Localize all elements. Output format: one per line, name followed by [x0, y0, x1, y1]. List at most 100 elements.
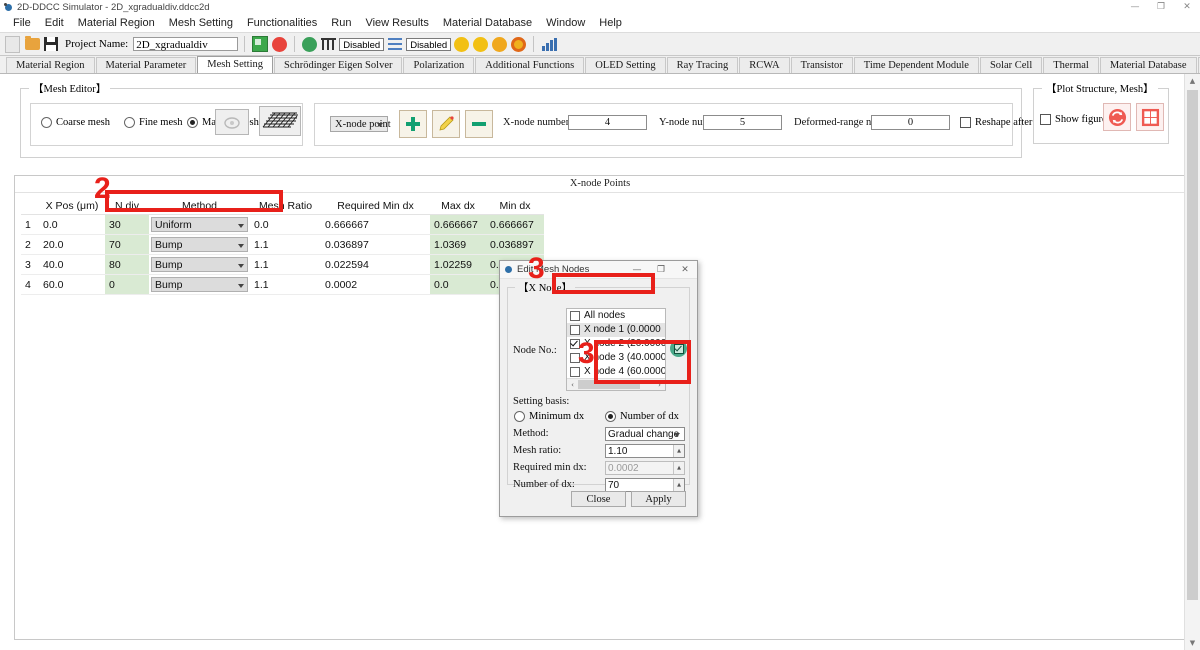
- fast-forward-icon[interactable]: [473, 36, 489, 52]
- tab-thermal[interactable]: Thermal: [1043, 57, 1099, 73]
- mesh-ratio-input[interactable]: 1.10 ▲▼: [605, 444, 685, 467]
- number-of-dx-input[interactable]: 70 ▲▼: [605, 478, 685, 501]
- menu-item-window[interactable]: Window: [539, 14, 592, 32]
- node-listbox[interactable]: All nodes X node 1 (0.0000 X node 2 (20.…: [566, 308, 666, 391]
- apply-button[interactable]: Apply: [631, 491, 686, 507]
- cell-required-min-dx[interactable]: 0.022594: [321, 254, 430, 275]
- x-node-number-input[interactable]: 4: [568, 115, 647, 130]
- deformed-range-input[interactable]: 0: [871, 115, 950, 130]
- add-node-button[interactable]: [399, 110, 427, 138]
- stepper-up-icon[interactable]: ▲: [674, 445, 684, 458]
- refresh-plot-button[interactable]: [1103, 103, 1131, 131]
- dialog-close-icon[interactable]: ✕: [673, 261, 697, 278]
- menu-item-mesh-setting[interactable]: Mesh Setting: [162, 14, 240, 32]
- mesh-ratio-stepper[interactable]: ▲▼: [673, 445, 684, 467]
- list-item[interactable]: X node 1 (0.0000: [567, 323, 665, 337]
- method-dropdown[interactable]: Bump: [151, 257, 248, 272]
- radio-minimum-dx[interactable]: Minimum dx: [514, 411, 584, 422]
- columns-icon[interactable]: [321, 37, 337, 51]
- cell-method[interactable]: Uniform: [149, 214, 250, 235]
- method-dropdown[interactable]: Bump: [151, 237, 248, 252]
- table-row[interactable]: 2 20.0 70 Bump 1.1 0.036897 1.0369 0.036…: [21, 234, 544, 255]
- mesh-preview-button[interactable]: [215, 109, 249, 135]
- tab-material-database[interactable]: Material Database: [1099, 57, 1197, 73]
- edit-node-button[interactable]: [432, 110, 460, 138]
- tab-time-dependent-module[interactable]: Time Dependent Module: [853, 57, 979, 73]
- menu-item-help[interactable]: Help: [592, 14, 629, 32]
- disabled-status-2[interactable]: Disabled: [406, 37, 452, 51]
- menu-item-run[interactable]: Run: [324, 14, 358, 32]
- cell-x-pos[interactable]: 0.0: [39, 214, 105, 235]
- scrollbar-thumb[interactable]: [1187, 90, 1198, 600]
- cell-x-pos[interactable]: 20.0: [39, 234, 105, 255]
- cell-n-div[interactable]: 80: [105, 254, 149, 275]
- tab-ray-tracing[interactable]: Ray Tracing: [666, 57, 739, 73]
- tab-material-parameter[interactable]: Material Parameter: [95, 57, 197, 73]
- radio-number-of-dx[interactable]: Number of dx: [605, 411, 679, 422]
- list-item[interactable]: X node 4 (60.0000: [567, 365, 665, 379]
- tab-rcwa[interactable]: RCWA: [739, 57, 790, 73]
- listbox-horizontal-scrollbar[interactable]: ‹ ›: [567, 378, 665, 390]
- tab-schrodinger-eigen-solver[interactable]: Schrödinger Eigen Solver: [274, 57, 403, 73]
- y-node-number-input[interactable]: 5: [703, 115, 782, 130]
- maximize-icon[interactable]: ❐: [1148, 0, 1174, 14]
- radio-fine-mesh[interactable]: Fine mesh: [124, 117, 182, 128]
- cell-mesh-ratio[interactable]: 0.0: [250, 214, 321, 235]
- cell-method[interactable]: Bump: [149, 254, 250, 275]
- list-item[interactable]: X node 3 (40.0000: [567, 351, 665, 365]
- cell-n-div[interactable]: 70: [105, 234, 149, 255]
- open-folder-icon[interactable]: [25, 36, 40, 50]
- cell-n-div[interactable]: 30: [105, 214, 149, 235]
- menu-item-material-database[interactable]: Material Database: [436, 14, 539, 32]
- menu-item-edit[interactable]: Edit: [38, 14, 71, 32]
- tab-oled-setting[interactable]: OLED Setting: [585, 57, 666, 73]
- node-type-select[interactable]: X-node point: [330, 116, 391, 132]
- document-icon[interactable]: [5, 35, 20, 53]
- method-dropdown[interactable]: Bump: [151, 277, 248, 292]
- tab-mesh-setting[interactable]: Mesh Setting: [197, 56, 273, 73]
- menu-item-material-region[interactable]: Material Region: [71, 14, 162, 32]
- menu-item-view-results[interactable]: View Results: [358, 14, 435, 32]
- disabled-status-1[interactable]: Disabled: [339, 37, 385, 51]
- globe-icon[interactable]: [302, 36, 318, 52]
- cell-x-pos[interactable]: 40.0: [39, 254, 105, 275]
- play-save-icon[interactable]: [492, 36, 508, 52]
- project-name-input[interactable]: 2D_xgradualdiv: [133, 37, 239, 51]
- refresh-icon[interactable]: [272, 36, 288, 52]
- bar-chart-icon[interactable]: [542, 37, 558, 51]
- menu-item-functionalities[interactable]: Functionalities: [240, 14, 324, 32]
- screen-icon[interactable]: [252, 36, 269, 52]
- cell-x-pos[interactable]: 60.0: [39, 274, 105, 295]
- close-button[interactable]: Close: [571, 491, 626, 507]
- list-item[interactable]: X node 2 (20.0000: [567, 337, 665, 351]
- stop-icon[interactable]: [511, 36, 527, 52]
- show-figure-checkbox[interactable]: Show figure: [1040, 114, 1107, 125]
- table-row[interactable]: 1 0.0 30 Uniform 0.0 0.666667 0.666667 0…: [21, 214, 544, 235]
- play-icon[interactable]: [454, 36, 470, 52]
- dialog-minimize-icon[interactable]: —: [625, 261, 649, 278]
- tab-additional-functions[interactable]: Additional Functions: [475, 57, 585, 73]
- close-icon[interactable]: ✕: [1174, 0, 1200, 14]
- tab-material-region[interactable]: Material Region: [6, 57, 95, 73]
- scroll-left-icon[interactable]: ‹: [567, 379, 578, 390]
- number-of-dx-stepper[interactable]: ▲▼: [673, 479, 684, 501]
- confirm-node-button[interactable]: [670, 340, 687, 357]
- save-icon[interactable]: [44, 37, 58, 51]
- scroll-right-icon[interactable]: ›: [654, 379, 665, 390]
- cell-method[interactable]: Bump: [149, 234, 250, 255]
- cell-required-min-dx[interactable]: 0.666667: [321, 214, 430, 235]
- remove-node-button[interactable]: [465, 110, 493, 138]
- cell-n-div[interactable]: 0: [105, 274, 149, 295]
- cell-mesh-ratio[interactable]: 1.1: [250, 234, 321, 255]
- page-vertical-scrollbar[interactable]: ▲ ▼: [1184, 74, 1200, 650]
- grid-plot-button[interactable]: [1136, 103, 1164, 131]
- scrollbar-thumb[interactable]: [578, 380, 640, 389]
- radio-coarse-mesh[interactable]: Coarse mesh: [41, 117, 110, 128]
- minimize-icon[interactable]: —: [1122, 0, 1148, 14]
- cell-required-min-dx[interactable]: 0.036897: [321, 234, 430, 255]
- cell-mesh-ratio[interactable]: 1.1: [250, 254, 321, 275]
- scroll-up-icon[interactable]: ▲: [1185, 74, 1200, 88]
- mesh-grid-button[interactable]: [259, 106, 301, 136]
- menu-item-file[interactable]: File: [6, 14, 38, 32]
- method-dropdown[interactable]: Uniform: [151, 217, 248, 232]
